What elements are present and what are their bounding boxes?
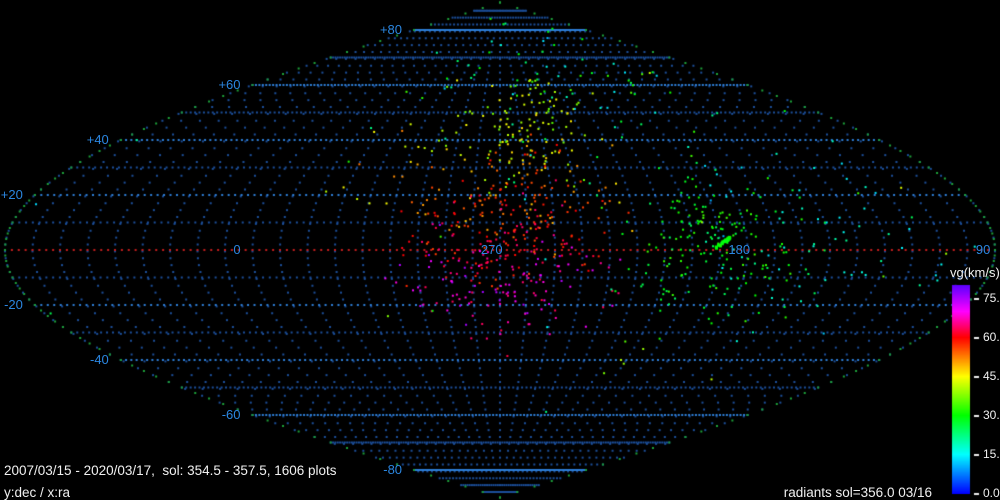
radiants-sol-label: radiants sol=356.0 03/16 — [783, 485, 932, 500]
radiant-sky-map: vg(km/s) 2007/03/15 - 2020/03/17, sol: 3… — [0, 0, 1000, 500]
dec-label-+20: +20 — [0, 187, 23, 202]
colorbar-tick-75.0: 75.0 — [983, 291, 1000, 305]
date-range-label: 2007/03/15 - 2020/03/17, sol: 354.5 - 35… — [4, 463, 337, 478]
dec-label-+80: +80 — [379, 22, 403, 37]
ra-label-90: 90 — [975, 242, 991, 257]
dec-label--80: -80 — [383, 462, 403, 477]
ra-label-0: 0 — [233, 242, 241, 257]
colorbar-tick-45.0: 45.0 — [983, 369, 1000, 383]
dec-label--40: -40 — [90, 352, 109, 367]
dec-label-+60: +60 — [218, 77, 241, 92]
colorbar-title: vg(km/s) — [950, 265, 1000, 280]
ra-label-270: 270 — [480, 242, 503, 257]
colorbar-tick-15.0: 15.0 — [983, 447, 1000, 461]
ra-label-180: 180 — [728, 242, 751, 257]
dec-label--20: -20 — [4, 297, 23, 312]
colorbar-tick-60.0: 60.0 — [983, 330, 1000, 344]
colorbar-tick-0.0: 0.0 — [983, 486, 1000, 500]
colorbar-tick-30.0: 30.0 — [983, 408, 1000, 422]
dec-label-+40: +40 — [86, 132, 109, 147]
dec-label--60: -60 — [221, 407, 241, 422]
axes-mapping-label: y:dec / x:ra — [4, 485, 71, 500]
